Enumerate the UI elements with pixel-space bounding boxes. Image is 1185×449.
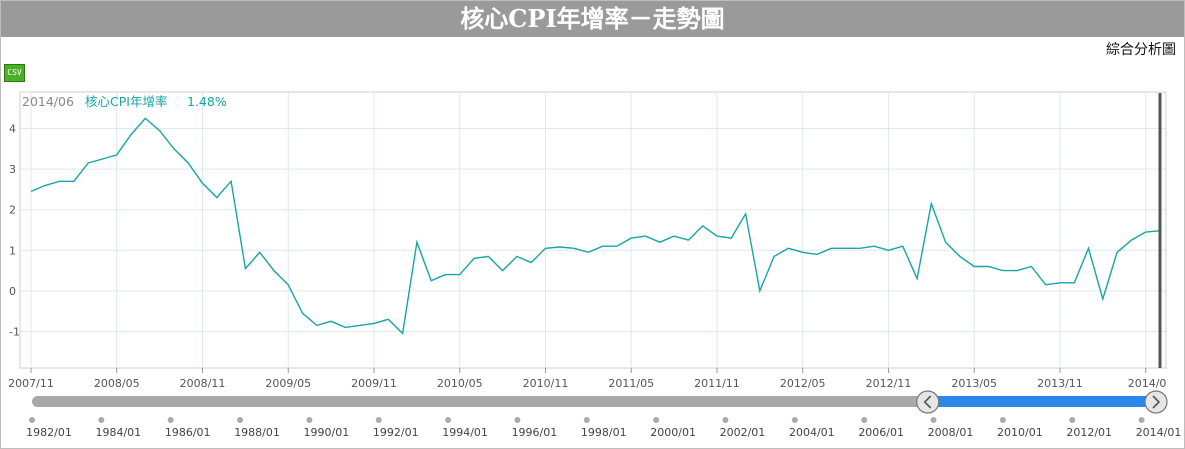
navigator-left-handle[interactable] [916,390,940,414]
x-axis-ticks: 2007/11 2008/05 2008/11 2009/05 2009/11 2010/… [8,368,1166,390]
plot-area [19,91,1167,369]
navigator-tick-dot [514,417,521,423]
legend-series-label: 核心CPI年增率 [85,94,167,109]
x-tick-label: 2009/11 [351,377,397,390]
navigator-tick-label: 2002/01 [720,426,766,439]
navigator-tick-label: 1994/01 [442,426,488,439]
y-axis-ticks: 4 3 2 1 0 -1 [9,123,20,339]
y-tick-label: -1 [9,325,20,338]
navigator-tick-dot [930,417,937,423]
navigator-tick-dot [1069,417,1076,423]
legend-date: 2014/06 [22,94,74,109]
navigator-tick-dot [791,417,798,423]
x-tick-label: 2010/11 [523,377,569,390]
x-tick-label: 2014/0 [1128,377,1167,390]
x-tick-label: 2012/11 [866,377,912,390]
navigator-tick-dot [722,417,729,423]
navigator[interactable]: 1982/01 1984/01 1986/01 1988/01 1990/01 1992/… [26,390,1181,439]
handle-circle[interactable] [916,390,940,414]
navigator-tick-label: 1982/01 [26,426,72,439]
x-tick-label: 2013/11 [1037,377,1083,390]
legend-value: 1.48% [187,94,227,109]
navigator-tick-dot [375,417,382,423]
x-tick-label: 2007/11 [8,377,54,390]
y-tick-label: 3 [9,163,16,176]
navigator-tick-dot [29,417,35,423]
navigator-ticks: 1982/01 1984/01 1986/01 1988/01 1990/01 1992/… [26,417,1181,439]
chart-area: 4 3 2 1 0 -1 2007/11 2008/05 2008/11 2009/05 2009… [8,91,1181,439]
navigator-tick-label: 2010/01 [997,426,1043,439]
x-tick-label: 2013/05 [951,377,997,390]
navigator-tick-label: 1992/01 [373,426,419,439]
navigator-tick-label: 1998/01 [581,426,627,439]
x-tick-label: 2008/11 [180,377,226,390]
navigator-tick-dot [861,417,868,423]
navigator-tick-dot [98,417,105,423]
navigator-tick-label: 2004/01 [789,426,835,439]
y-tick-label: 2 [9,204,16,217]
navigator-tick-label: 1986/01 [165,426,211,439]
navigator-tick-label: 2006/01 [858,426,904,439]
navigator-tick-dot [237,417,244,423]
navigator-tick-dot [445,417,452,423]
y-tick-label: 1 [9,244,16,257]
navigator-tick-label: 1988/01 [234,426,280,439]
navigator-tick-label: 1990/01 [304,426,350,439]
x-tick-label: 2008/05 [94,377,140,390]
x-tick-label: 2010/05 [437,377,483,390]
handle-circle[interactable] [1144,390,1168,414]
x-tick-label: 2009/05 [265,377,311,390]
navigator-tick-dot [583,417,590,423]
navigator-right-handle[interactable] [1144,390,1168,414]
navigator-tick-dot [1138,417,1145,423]
navigator-tick-dot [167,417,174,423]
navigator-tick-label: 1996/01 [512,426,558,439]
x-tick-label: 2011/05 [608,377,654,390]
navigator-tick-label: 2014/01 [1136,426,1182,439]
navigator-tick-label: 2008/01 [928,426,974,439]
navigator-tick-dot [999,417,1006,423]
navigator-tick-dot [653,417,660,423]
navigator-tick-label: 1984/01 [95,426,141,439]
navigator-tick-label: 2000/01 [650,426,696,439]
navigator-tick-label: 2012/01 [1066,426,1112,439]
x-tick-label: 2011/11 [694,377,740,390]
navigator-selected-range[interactable] [927,396,1156,407]
navigator-tick-dot [306,417,313,423]
y-tick-label: 0 [9,285,16,298]
x-tick-label: 2012/05 [780,377,826,390]
y-tick-label: 4 [9,123,16,136]
